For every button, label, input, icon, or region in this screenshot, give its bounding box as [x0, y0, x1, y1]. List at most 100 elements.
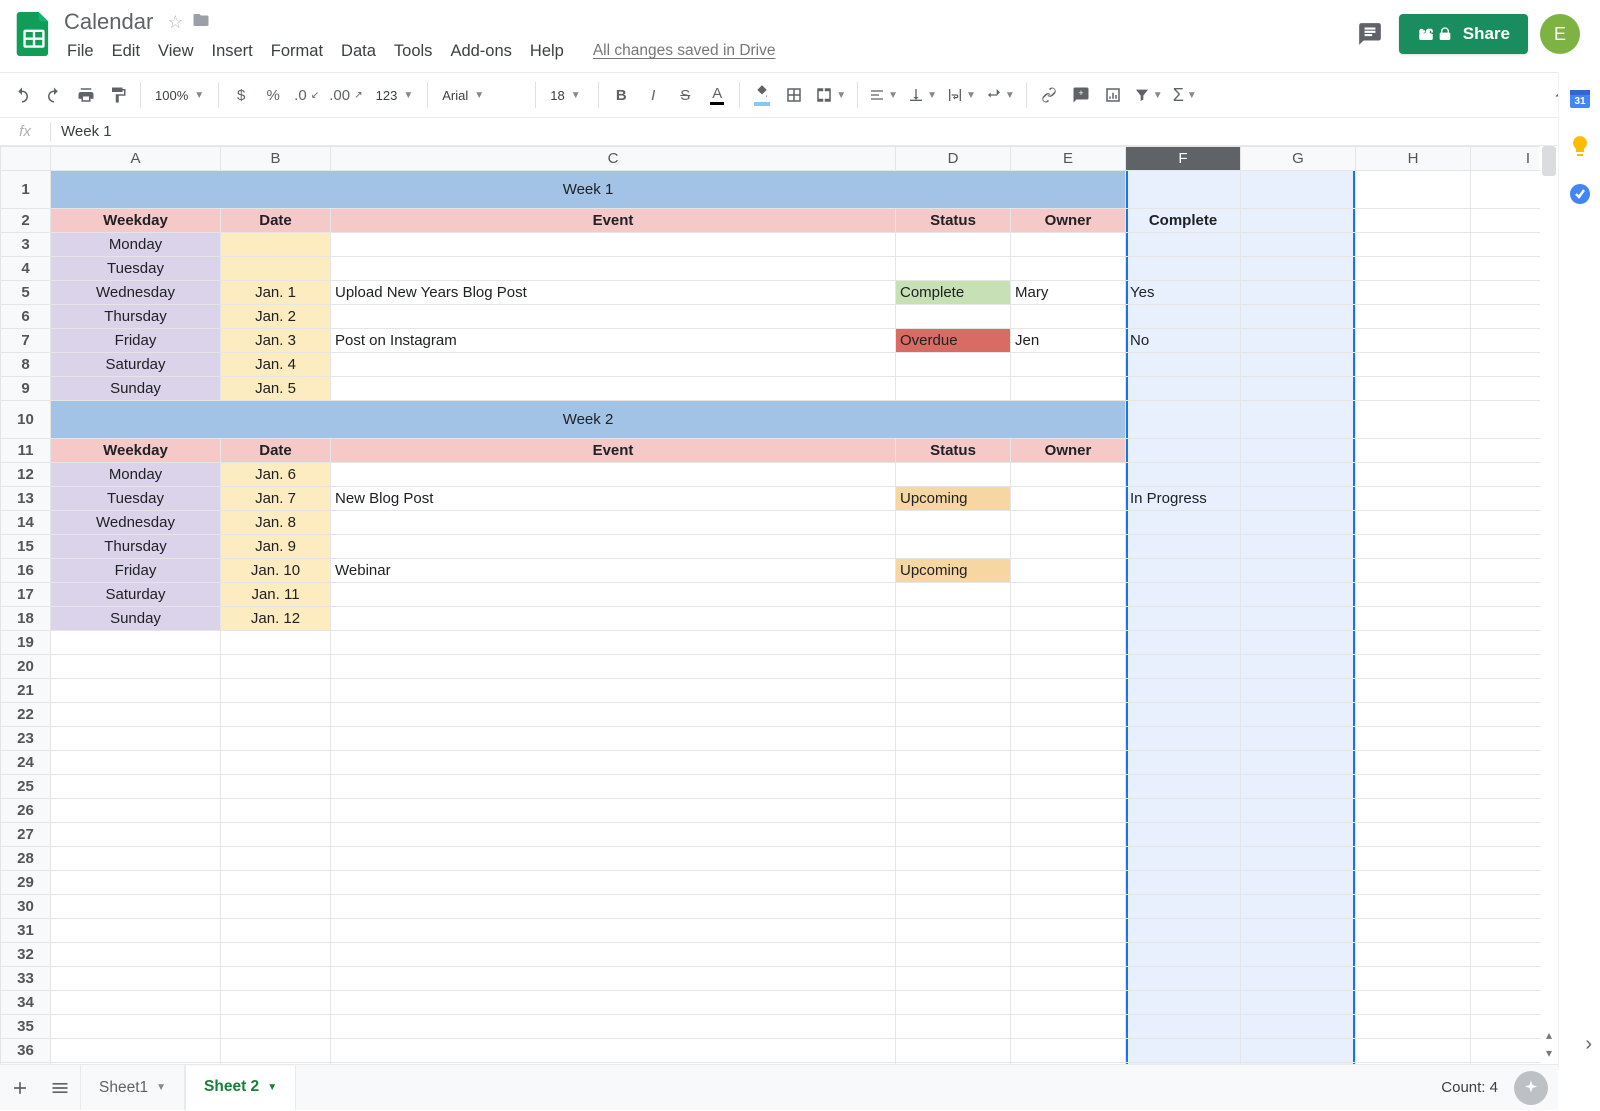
cell-H12[interactable]	[1356, 463, 1471, 487]
selection-count[interactable]: Count: 4	[1441, 1079, 1498, 1096]
cell-D29[interactable]	[896, 871, 1011, 895]
cell-F34[interactable]	[1126, 991, 1241, 1015]
cell-B8[interactable]: Jan. 4	[221, 353, 331, 377]
cell-C34[interactable]	[331, 991, 896, 1015]
cell-B25[interactable]	[221, 775, 331, 799]
cell-H21[interactable]	[1356, 679, 1471, 703]
cell-F21[interactable]	[1126, 679, 1241, 703]
undo-icon[interactable]	[7, 80, 37, 110]
cell-A30[interactable]	[51, 895, 221, 919]
cell-G15[interactable]	[1241, 535, 1356, 559]
cell-G2[interactable]	[1241, 209, 1356, 233]
cell-C7[interactable]: Post on Instagram	[331, 329, 896, 353]
cell-A20[interactable]	[51, 655, 221, 679]
cell-F35[interactable]	[1126, 1015, 1241, 1039]
account-avatar[interactable]: E	[1540, 14, 1580, 54]
cell-A4[interactable]: Tuesday	[51, 257, 221, 281]
cell-H35[interactable]	[1356, 1015, 1471, 1039]
cell-C19[interactable]	[331, 631, 896, 655]
cell-B14[interactable]: Jan. 8	[221, 511, 331, 535]
cell-B15[interactable]: Jan. 9	[221, 535, 331, 559]
cell-G1[interactable]	[1241, 171, 1356, 209]
cell-H26[interactable]	[1356, 799, 1471, 823]
cell-A6[interactable]: Thursday	[51, 305, 221, 329]
cell-E9[interactable]	[1011, 377, 1126, 401]
cell-E20[interactable]	[1011, 655, 1126, 679]
cell-B34[interactable]	[221, 991, 331, 1015]
row-header-32[interactable]: 32	[1, 943, 51, 967]
cell-B36[interactable]	[221, 1039, 331, 1063]
cell-F8[interactable]	[1126, 353, 1241, 377]
row-header-1[interactable]: 1	[1, 171, 51, 209]
row-header-29[interactable]: 29	[1, 871, 51, 895]
cell-D6[interactable]	[896, 305, 1011, 329]
cell-E29[interactable]	[1011, 871, 1126, 895]
cell-F33[interactable]	[1126, 967, 1241, 991]
scrollbar-thumb[interactable]	[1542, 146, 1556, 176]
cell-D24[interactable]	[896, 751, 1011, 775]
sheets-app-icon[interactable]	[10, 8, 58, 56]
cell-F6[interactable]	[1126, 305, 1241, 329]
cell-E19[interactable]	[1011, 631, 1126, 655]
menu-edit[interactable]: Edit	[103, 39, 149, 64]
move-folder-icon[interactable]	[191, 11, 211, 34]
cell-G6[interactable]	[1241, 305, 1356, 329]
cell-F25[interactable]	[1126, 775, 1241, 799]
menu-data[interactable]: Data	[332, 39, 385, 64]
cell-D2[interactable]: Status	[896, 209, 1011, 233]
cell-E36[interactable]	[1011, 1039, 1126, 1063]
cell-C9[interactable]	[331, 377, 896, 401]
row-header-13[interactable]: 13	[1, 487, 51, 511]
cell-H6[interactable]	[1356, 305, 1471, 329]
cell-G7[interactable]	[1241, 329, 1356, 353]
cell-C18[interactable]	[331, 607, 896, 631]
cell-H29[interactable]	[1356, 871, 1471, 895]
cell-A27[interactable]	[51, 823, 221, 847]
cell-F15[interactable]	[1126, 535, 1241, 559]
row-header-11[interactable]: 11	[1, 439, 51, 463]
cell-B31[interactable]	[221, 919, 331, 943]
cell-B19[interactable]	[221, 631, 331, 655]
menu-file[interactable]: File	[58, 39, 103, 64]
row-header-14[interactable]: 14	[1, 511, 51, 535]
share-button[interactable]: Share	[1399, 14, 1528, 54]
cell-H3[interactable]	[1356, 233, 1471, 257]
cell-G10[interactable]	[1241, 401, 1356, 439]
row-header-6[interactable]: 6	[1, 305, 51, 329]
cell-G35[interactable]	[1241, 1015, 1356, 1039]
cell-C28[interactable]	[331, 847, 896, 871]
row-header-24[interactable]: 24	[1, 751, 51, 775]
cell-H8[interactable]	[1356, 353, 1471, 377]
scroll-down-icon[interactable]: ▾	[1540, 1046, 1558, 1064]
cell-H2[interactable]	[1356, 209, 1471, 233]
cell-D18[interactable]	[896, 607, 1011, 631]
cell-E24[interactable]	[1011, 751, 1126, 775]
menu-tools[interactable]: Tools	[385, 39, 442, 64]
cell-C31[interactable]	[331, 919, 896, 943]
cell-A5[interactable]: Wednesday	[51, 281, 221, 305]
cell-H22[interactable]	[1356, 703, 1471, 727]
cell-D21[interactable]	[896, 679, 1011, 703]
cell-G14[interactable]	[1241, 511, 1356, 535]
cell-G4[interactable]	[1241, 257, 1356, 281]
cell-C29[interactable]	[331, 871, 896, 895]
redo-icon[interactable]	[39, 80, 69, 110]
row-header-18[interactable]: 18	[1, 607, 51, 631]
cell-F31[interactable]	[1126, 919, 1241, 943]
col-header-G[interactable]: G	[1241, 147, 1356, 171]
row-header-4[interactable]: 4	[1, 257, 51, 281]
cell-C21[interactable]	[331, 679, 896, 703]
cell-G22[interactable]	[1241, 703, 1356, 727]
cell-H15[interactable]	[1356, 535, 1471, 559]
cell-C26[interactable]	[331, 799, 896, 823]
cell-F19[interactable]	[1126, 631, 1241, 655]
cell-A35[interactable]	[51, 1015, 221, 1039]
col-header-B[interactable]: B	[221, 147, 331, 171]
cell-F13[interactable]: In Progress	[1126, 487, 1241, 511]
cell-H11[interactable]	[1356, 439, 1471, 463]
cell-C2[interactable]: Event	[331, 209, 896, 233]
cell-D15[interactable]	[896, 535, 1011, 559]
col-header-F[interactable]: F	[1126, 147, 1241, 171]
row-header-36[interactable]: 36	[1, 1039, 51, 1063]
row-header-16[interactable]: 16	[1, 559, 51, 583]
